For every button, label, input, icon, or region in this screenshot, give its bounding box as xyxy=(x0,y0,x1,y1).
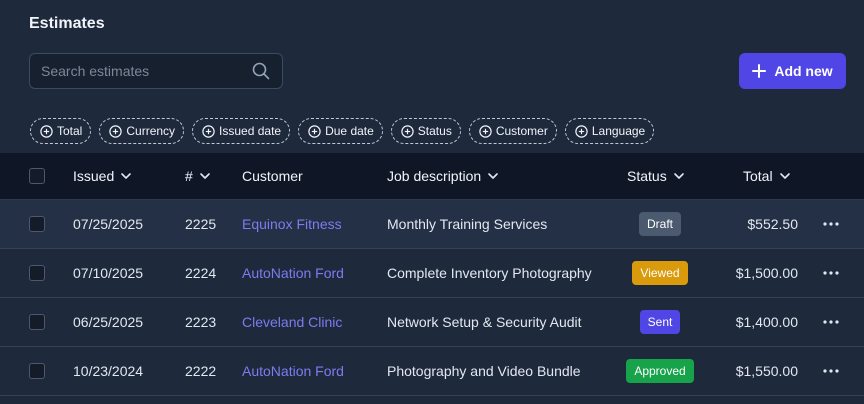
cell-issued: 06/25/2025 xyxy=(73,314,144,330)
row-checkbox[interactable] xyxy=(29,216,45,232)
column-header-issued[interactable]: Issued xyxy=(73,168,132,184)
cell-job-description: Network Setup & Security Audit xyxy=(387,314,582,330)
cell-number: 2223 xyxy=(185,314,217,330)
status-badge: Viewed xyxy=(632,261,688,285)
search-box[interactable] xyxy=(29,53,283,89)
select-all-checkbox[interactable] xyxy=(29,168,45,184)
filter-bar: Total Currency Issued date Due date Status Cu… xyxy=(30,118,655,144)
chevron-down-icon xyxy=(120,170,132,182)
customer-link[interactable]: Cleveland Clinic xyxy=(242,314,342,330)
table-row[interactable]: 06/25/2025 2223 Cleveland Clinic Network Se… xyxy=(0,298,864,347)
plus-circle-icon xyxy=(109,124,123,138)
filter-chip-customer[interactable]: Customer xyxy=(468,118,557,144)
filter-chip-label: Currency xyxy=(126,124,176,138)
search-input[interactable] xyxy=(41,63,251,79)
table-row[interactable]: 07/25/2025 2225 Equinox Fitness Monthly Tra… xyxy=(0,200,864,249)
status-badge: Sent xyxy=(639,310,681,334)
more-actions-icon[interactable] xyxy=(821,361,841,381)
cell-total: $1,550.00 xyxy=(735,363,798,379)
cell-issued: 10/23/2024 xyxy=(73,363,144,379)
plus-icon xyxy=(752,64,767,78)
cell-total: $1,400.00 xyxy=(735,314,798,330)
cell-job-description: Photography and Video Bundle xyxy=(387,363,581,379)
cell-total: $552.50 xyxy=(747,216,798,232)
filter-chip-label: Issued date xyxy=(219,124,282,138)
filter-chip-due-date[interactable]: Due date xyxy=(298,118,383,144)
column-label-number: # xyxy=(185,168,193,184)
page-title: Estimates xyxy=(29,15,105,32)
customer-link[interactable]: Equinox Fitness xyxy=(242,216,342,232)
plus-circle-icon xyxy=(308,124,321,138)
chevron-down-icon xyxy=(779,170,791,182)
filter-chip-language[interactable]: Language xyxy=(564,118,655,144)
chevron-down-icon xyxy=(199,170,211,182)
column-label-job: Job description xyxy=(387,168,482,184)
cell-job-description: Complete Inventory Photography xyxy=(387,265,592,281)
cell-number: 2225 xyxy=(185,216,217,232)
column-label-total: Total xyxy=(743,168,773,184)
column-header-status[interactable]: Status xyxy=(627,168,685,184)
table-row[interactable]: 07/10/2025 2224 AutoNation Ford Complete In… xyxy=(0,249,864,298)
table-row[interactable]: 10/23/2024 2222 AutoNation Ford Photography… xyxy=(0,347,864,396)
customer-link[interactable]: AutoNation Ford xyxy=(242,265,344,281)
more-actions-icon[interactable] xyxy=(821,312,841,332)
column-header-job[interactable]: Job description xyxy=(387,168,499,184)
column-header-number[interactable]: # xyxy=(185,168,211,184)
table-header: Issued # Customer Job description Status… xyxy=(0,153,864,200)
cell-issued: 07/10/2025 xyxy=(73,265,144,281)
plus-circle-icon xyxy=(479,124,492,138)
cell-total: $1,500.00 xyxy=(735,265,798,281)
search-icon[interactable] xyxy=(251,61,271,81)
chevron-down-icon xyxy=(487,170,499,182)
filter-chip-label: Total xyxy=(57,124,83,138)
cell-job-description: Monthly Training Services xyxy=(387,216,548,232)
add-new-button[interactable]: Add new xyxy=(739,53,846,89)
more-actions-icon[interactable] xyxy=(821,214,841,234)
column-header-total[interactable]: Total xyxy=(743,168,791,184)
filter-chip-total[interactable]: Total xyxy=(30,118,92,144)
cell-issued: 07/25/2025 xyxy=(73,216,144,232)
table-body: 07/25/2025 2225 Equinox Fitness Monthly Tra… xyxy=(0,200,864,396)
plus-circle-icon xyxy=(575,124,588,138)
column-label-customer: Customer xyxy=(242,168,303,184)
status-badge: Draft xyxy=(638,212,681,236)
filter-chip-status[interactable]: Status xyxy=(390,118,461,144)
filter-chip-label: Customer xyxy=(495,124,548,138)
column-header-customer: Customer xyxy=(242,168,303,184)
customer-link[interactable]: AutoNation Ford xyxy=(242,363,344,379)
cell-number: 2222 xyxy=(185,363,217,379)
filter-chip-label: Due date xyxy=(325,124,374,138)
status-badge: Approved xyxy=(626,359,694,383)
chevron-down-icon xyxy=(673,170,685,182)
add-new-label: Add new xyxy=(774,63,833,79)
estimates-table: Issued # Customer Job description Status… xyxy=(0,153,864,396)
filter-chip-issued-date[interactable]: Issued date xyxy=(192,118,291,144)
column-label-issued: Issued xyxy=(73,168,115,184)
column-label-status: Status xyxy=(627,168,667,184)
filter-chip-currency[interactable]: Currency xyxy=(99,118,185,144)
cell-number: 2224 xyxy=(185,265,217,281)
plus-circle-icon xyxy=(202,124,215,138)
filter-chip-label: Language xyxy=(591,124,646,138)
plus-circle-icon xyxy=(40,124,53,138)
row-checkbox[interactable] xyxy=(29,265,45,281)
filter-chip-label: Status xyxy=(417,124,452,138)
row-checkbox[interactable] xyxy=(29,363,45,379)
plus-circle-icon xyxy=(401,124,414,138)
more-actions-icon[interactable] xyxy=(821,263,841,283)
row-checkbox[interactable] xyxy=(29,314,45,330)
